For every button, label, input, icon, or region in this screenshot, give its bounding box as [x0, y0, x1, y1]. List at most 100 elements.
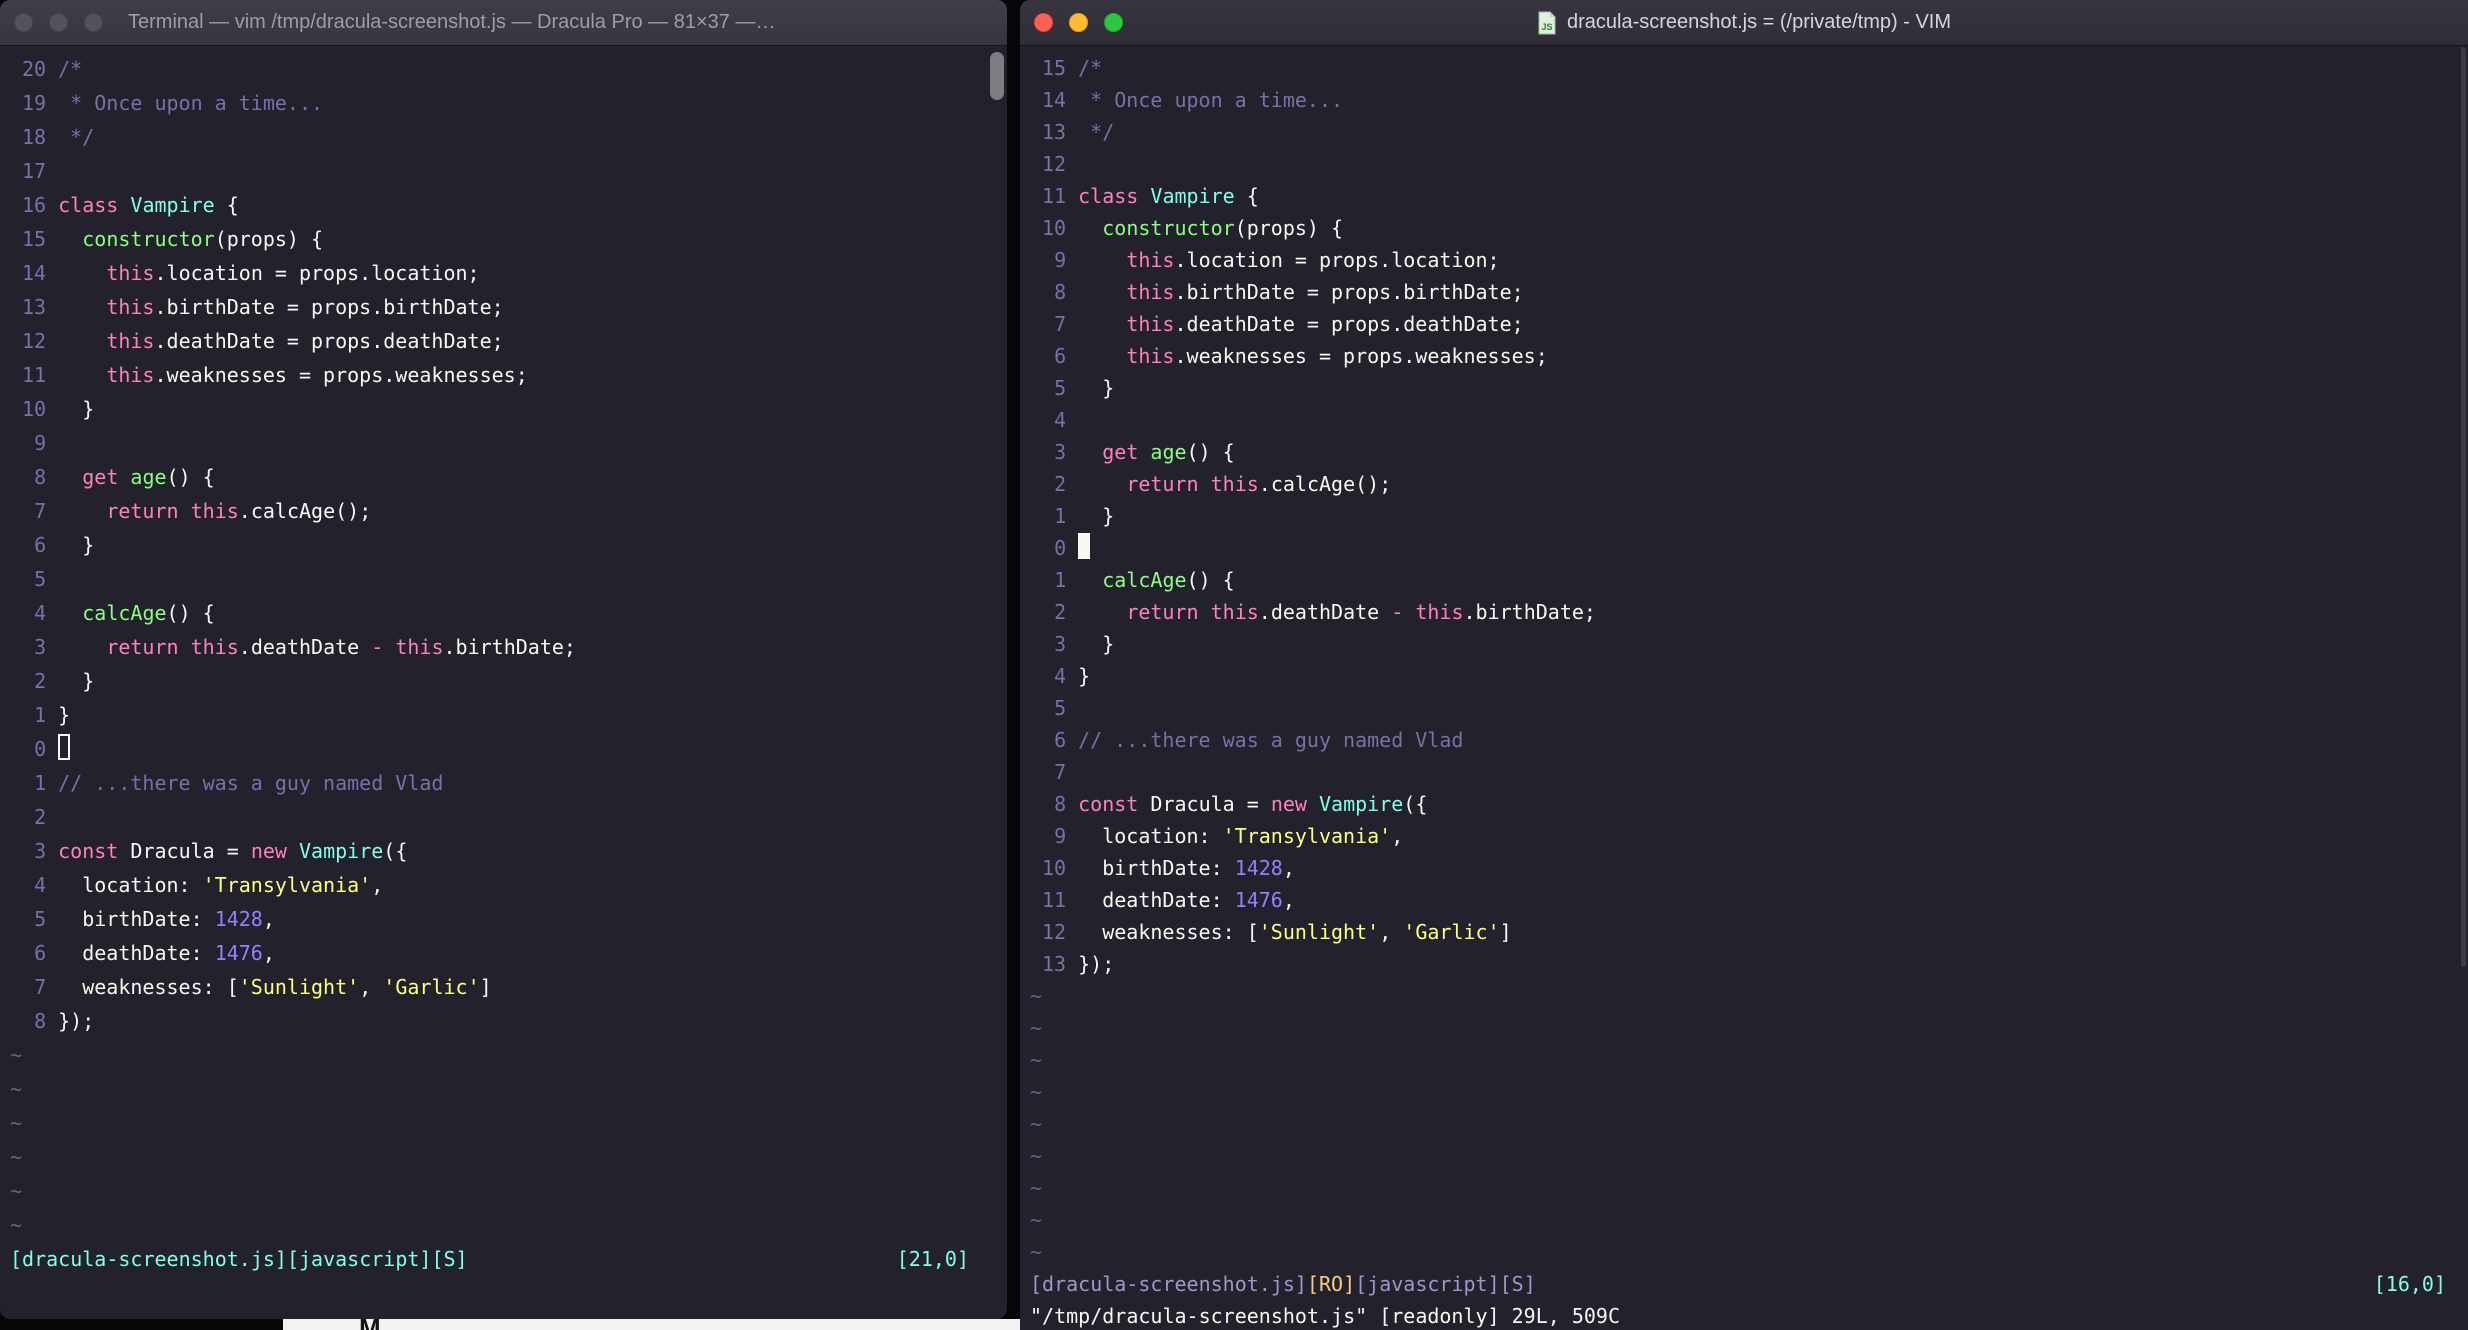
scrollbar-thumb[interactable]: [990, 52, 1004, 100]
right-editor-content[interactable]: 15/* 14 * Once upon a time... 13 */12 11 cla…: [1020, 46, 2468, 1330]
empty-line-tilde: ~: [1030, 1144, 1043, 1168]
code-line[interactable]: 1 calcAge() {: [1030, 564, 2458, 596]
code-line[interactable]: 2: [10, 800, 997, 834]
code-line[interactable]: 11 class Vampire {: [1030, 180, 2458, 212]
code-line[interactable]: 6// ...there was a guy named Vlad: [1030, 724, 2458, 756]
minimize-button[interactable]: [1069, 13, 1088, 32]
line-number: 10: [22, 397, 47, 421]
line-number: 8: [34, 1009, 47, 1033]
close-button[interactable]: [14, 13, 33, 32]
code-line[interactable]: 4: [1030, 404, 2458, 436]
code-line[interactable]: 11 this.weaknesses = props.weaknesses;: [10, 358, 997, 392]
code-line[interactable]: 13 */: [1030, 116, 2458, 148]
terminal-titlebar[interactable]: Terminal — vim /tmp/dracula-screenshot.j…: [0, 0, 1007, 46]
line-number: 17: [22, 159, 47, 183]
code-line[interactable]: 19 * Once upon a time...: [10, 86, 997, 120]
code-line[interactable]: 1}: [10, 698, 997, 732]
vim-statusline: [dracula-screenshot.js] [RO] [javascript][…: [1030, 1268, 2458, 1300]
code-line[interactable]: 0: [10, 732, 997, 766]
line-number: 11: [1042, 184, 1067, 208]
empty-line-tilde: ~: [10, 1145, 23, 1169]
code-line[interactable]: 13 this.birthDate = props.birthDate;: [10, 290, 997, 324]
code-line[interactable]: 14 this.location = props.location;: [10, 256, 997, 290]
line-number: 3: [34, 839, 47, 863]
code-line[interactable]: 5: [10, 562, 997, 596]
code-line[interactable]: 4}: [1030, 660, 2458, 692]
line-number: 9: [1054, 824, 1067, 848]
code-line[interactable]: 7 return this.calcAge();: [10, 494, 997, 528]
code-line[interactable]: 0: [1030, 532, 2458, 564]
code-line[interactable]: 8 this.birthDate = props.birthDate;: [1030, 276, 2458, 308]
zoom-button[interactable]: [1104, 13, 1123, 32]
code-line[interactable]: 5: [1030, 692, 2458, 724]
empty-line-tilde: ~: [10, 1179, 23, 1203]
code-line[interactable]: 3 get age() {: [1030, 436, 2458, 468]
macvim-titlebar[interactable]: JS dracula-screenshot.js = (/private/tmp…: [1020, 0, 2468, 46]
code-line[interactable]: 17: [10, 154, 997, 188]
code-line[interactable]: 7 weaknesses: ['Sunlight', 'Garlic']: [10, 970, 997, 1004]
code-line[interactable]: 16 class Vampire {: [10, 188, 997, 222]
scrollbar-track[interactable]: [2461, 47, 2466, 967]
line-number: 2: [1054, 600, 1067, 624]
code-line[interactable]: 5 }: [1030, 372, 2458, 404]
line-number: 9: [34, 431, 47, 455]
line-number: 20: [22, 57, 47, 81]
line-number: 7: [1054, 760, 1067, 784]
code-line[interactable]: 12 this.deathDate = props.deathDate;: [10, 324, 997, 358]
code-line[interactable]: 7: [1030, 756, 2458, 788]
close-button[interactable]: [1034, 13, 1053, 32]
line-number: 7: [1054, 312, 1067, 336]
code-line[interactable]: 9 this.location = props.location;: [1030, 244, 2458, 276]
vim-commandline: [10, 1276, 997, 1310]
line-number: 10: [1042, 856, 1067, 880]
zoom-button[interactable]: [84, 13, 103, 32]
code-line[interactable]: 3 }: [1030, 628, 2458, 660]
code-line[interactable]: 2 return this.deathDate - this.birthDate…: [1030, 596, 2458, 628]
window-title: Terminal — vim /tmp/dracula-screenshot.j…: [128, 11, 776, 33]
code-line[interactable]: 4 calcAge() {: [10, 596, 997, 630]
code-line[interactable]: 12: [1030, 148, 2458, 180]
line-number: 15: [1042, 56, 1067, 80]
line-number: 10: [1042, 216, 1067, 240]
left-editor-content[interactable]: 20/* 19 * Once upon a time... 18 */ 17 16 cla…: [0, 46, 1007, 1319]
code-line[interactable]: 6 this.weaknesses = props.weaknesses;: [1030, 340, 2458, 372]
code-line[interactable]: 5 birthDate: 1428,: [10, 902, 997, 936]
code-line[interactable]: 11 deathDate: 1476,: [1030, 884, 2458, 916]
code-line[interactable]: 8});: [10, 1004, 997, 1038]
code-line[interactable]: 15/*: [1030, 52, 2458, 84]
code-line[interactable]: 14 * Once upon a time...: [1030, 84, 2458, 116]
code-line[interactable]: 2 }: [10, 664, 997, 698]
line-number: 4: [1054, 408, 1067, 432]
line-number: 6: [34, 941, 47, 965]
code-line[interactable]: 9 location: 'Transylvania',: [1030, 820, 2458, 852]
code-line[interactable]: 18 */: [10, 120, 997, 154]
code-line[interactable]: 13});: [1030, 948, 2458, 980]
line-number: 0: [1054, 536, 1067, 560]
code-line[interactable]: 7 this.deathDate = props.deathDate;: [1030, 308, 2458, 340]
minimize-button[interactable]: [49, 13, 68, 32]
code-line[interactable]: 8 get age() {: [10, 460, 997, 494]
code-line[interactable]: 2 return this.calcAge();: [1030, 468, 2458, 500]
code-line[interactable]: 3 const Dracula = new Vampire({: [10, 834, 997, 868]
code-line[interactable]: 15 constructor(props) {: [10, 222, 997, 256]
terminal-window: Terminal — vim /tmp/dracula-screenshot.j…: [0, 0, 1007, 1319]
code-line[interactable]: 10 }: [10, 392, 997, 426]
code-line[interactable]: 20/*: [10, 52, 997, 86]
line-number: 5: [34, 907, 47, 931]
code-line[interactable]: 8 const Dracula = new Vampire({: [1030, 788, 2458, 820]
code-line[interactable]: 4 location: 'Transylvania',: [10, 868, 997, 902]
code-line[interactable]: 1// ...there was a guy named Vlad: [10, 766, 997, 800]
empty-line-tilde: ~: [10, 1077, 23, 1101]
code-line[interactable]: 9: [10, 426, 997, 460]
code-line[interactable]: 1 }: [1030, 500, 2458, 532]
line-number: 5: [1054, 696, 1067, 720]
code-line[interactable]: 10 constructor(props) {: [1030, 212, 2458, 244]
code-line[interactable]: 10 birthDate: 1428,: [1030, 852, 2458, 884]
code-line[interactable]: 12 weaknesses: ['Sunlight', 'Garlic']: [1030, 916, 2458, 948]
background-window-text-fragment: M: [359, 1319, 381, 1330]
statusline-ruler: [16,0]: [2373, 1272, 2446, 1296]
code-line[interactable]: 3 return this.deathDate - this.birthDate…: [10, 630, 997, 664]
code-line[interactable]: 6 }: [10, 528, 997, 562]
code-line[interactable]: 6 deathDate: 1476,: [10, 936, 997, 970]
line-number: 16: [22, 193, 47, 217]
